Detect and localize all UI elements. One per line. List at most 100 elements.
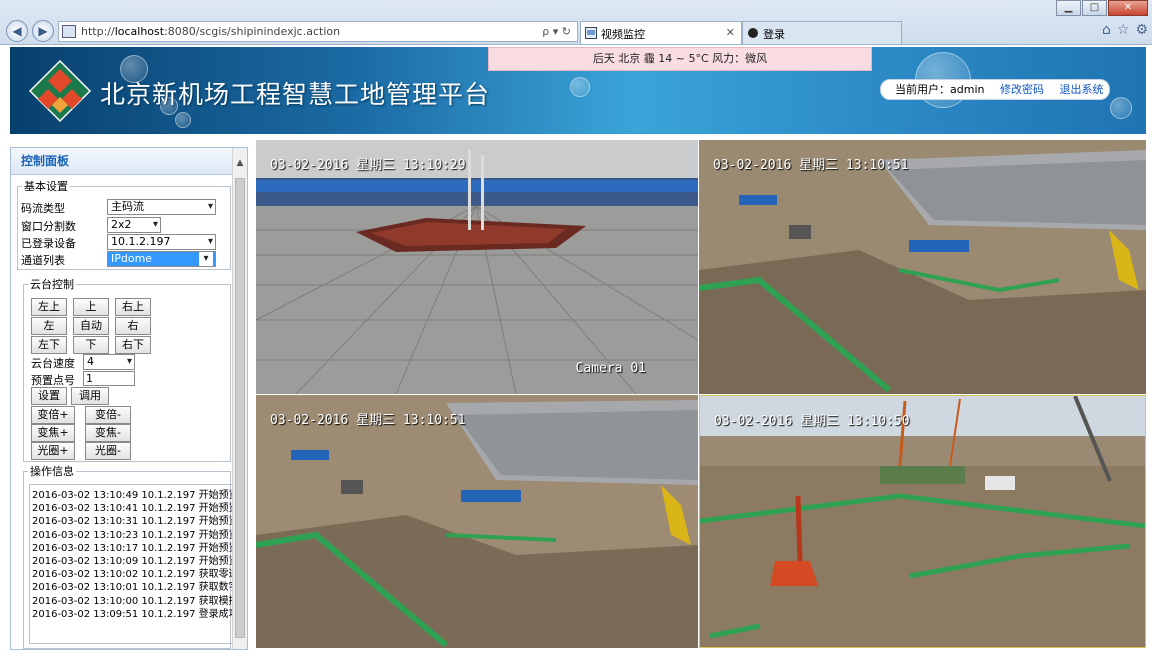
channel-list-label: 通道列表 <box>21 254 65 267</box>
operation-log-textarea[interactable]: 2016-03-02 13:10:49 10.1.2.197 开始预览成 201… <box>29 484 234 644</box>
chevron-down-icon: ▾ <box>126 356 132 367</box>
camera-label: Camera 01 <box>575 361 646 376</box>
current-user-label: 当前用户：admin <box>895 83 985 96</box>
preset-number-input[interactable]: 1 <box>83 371 135 386</box>
video-timestamp: 03-02-2016 星期三 13:10:29 <box>270 158 466 173</box>
ptz-legend: 云台控制 <box>30 278 74 291</box>
browser-chrome: ▁ □ ✕ ◀ ▶ http://localhost:8080/scgis/sh… <box>0 0 1152 45</box>
focus-in-button[interactable]: 变焦+ <box>31 424 75 442</box>
site-banner: 北京新机场工程智慧工地管理平台 后天 北京 霾 14 ~ 5°C 风力：微风 当… <box>10 47 1146 134</box>
ptz-down-left-button[interactable]: 左下 <box>31 336 67 354</box>
maximize-button[interactable]: □ <box>1082 0 1107 16</box>
site-overview-feed <box>700 396 1145 647</box>
change-password-link[interactable]: 修改密码 <box>1000 83 1044 96</box>
stream-type-select[interactable]: 主码流 ▾ <box>107 199 216 215</box>
control-panel: 控制面板 基本设置 码流类型 主码流 ▾ 窗口分割数 2x2 ▾ 已登录设备 10.… <box>10 147 248 650</box>
log-line: 2016-03-02 13:09:51 10.1.2.197 登录成功！ <box>32 608 234 620</box>
preset-number-label: 预置点号 <box>31 374 75 387</box>
ptz-right-button[interactable]: 右 <box>115 317 151 335</box>
address-bar[interactable]: http://localhost:8080/scgis/shipinindexj… <box>58 21 578 42</box>
focus-out-button[interactable]: 变焦- <box>85 424 131 442</box>
ptz-auto-button[interactable]: 自动 <box>73 317 109 335</box>
chevron-down-icon: ▾ <box>152 219 158 230</box>
log-line: 2016-03-02 13:10:31 10.1.2.197 开始预览成 <box>32 516 234 528</box>
log-line: 2016-03-02 13:10:49 10.1.2.197 开始预览成 <box>32 490 234 501</box>
tab-video-monitor[interactable]: 视频监控 ✕ <box>580 21 742 44</box>
channel-list-select[interactable]: IPdome ▾ <box>107 251 216 267</box>
iris-open-button[interactable]: 光圈+ <box>31 442 75 460</box>
platform-logo-icon <box>28 59 92 123</box>
logged-device-label: 已登录设备 <box>21 237 76 250</box>
browser-toolbar-icons: ⌂ ☆ ⚙ <box>1102 22 1148 38</box>
ptz-down-button[interactable]: 下 <box>73 336 109 354</box>
back-arrow-icon[interactable]: ◀ <box>6 20 28 42</box>
log-line: 2016-03-02 13:10:00 10.1.2.197 获取模拟通 <box>32 595 234 607</box>
chevron-down-icon: ▾ <box>199 252 213 266</box>
tab-close-icon[interactable]: ✕ <box>726 26 735 39</box>
chevron-down-icon: ▾ <box>207 201 213 212</box>
window-split-label: 窗口分割数 <box>21 220 76 233</box>
panel-title: 控制面板 <box>11 148 247 175</box>
decorative-bubble <box>1110 97 1132 119</box>
ptz-up-right-button[interactable]: 右上 <box>115 298 151 316</box>
scrollbar-thumb[interactable] <box>235 178 245 638</box>
logged-device-select[interactable]: 10.1.2.197 ▾ <box>107 234 216 250</box>
forward-arrow-icon[interactable]: ▶ <box>32 20 54 42</box>
search-refresh-icon[interactable]: ρ ▾ ↻ <box>542 25 571 38</box>
scroll-up-icon[interactable]: ▲ <box>233 158 247 174</box>
log-line: 2016-03-02 13:10:09 10.1.2.197 开始预览成 <box>32 556 234 568</box>
log-line: 2016-03-02 13:10:23 10.1.2.197 开始预览成 <box>32 529 234 541</box>
home-icon[interactable]: ⌂ <box>1102 22 1111 38</box>
favorites-star-icon[interactable]: ☆ <box>1117 22 1130 38</box>
decorative-bubble <box>570 77 590 97</box>
tab-label: 视频监控 <box>601 28 645 41</box>
window-controls: ▁ □ ✕ <box>1056 0 1148 16</box>
tab-login[interactable]: 登录 <box>742 21 902 44</box>
preset-set-button[interactable]: 设置 <box>31 387 67 405</box>
ptz-speed-select[interactable]: 4 ▾ <box>83 354 135 370</box>
address-url[interactable]: http://localhost:8080/scgis/shipinindexj… <box>81 25 340 38</box>
ptz-left-button[interactable]: 左 <box>31 317 67 335</box>
video-window-3[interactable]: 03-02-2016 星期三 13:10:51 <box>256 395 698 648</box>
log-line: 2016-03-02 13:10:17 10.1.2.197 开始预览成 <box>32 542 234 554</box>
construction-site-feed <box>256 395 698 648</box>
ptz-up-left-button[interactable]: 左上 <box>31 298 67 316</box>
tab-label: 登录 <box>763 28 785 41</box>
circle-page-icon <box>748 28 758 38</box>
stream-type-label: 码流类型 <box>21 202 65 215</box>
minimize-button[interactable]: ▁ <box>1056 0 1081 16</box>
logout-link[interactable]: 退出系统 <box>1059 83 1103 96</box>
ptz-speed-label: 云台速度 <box>31 357 75 370</box>
video-window-4[interactable]: 03-02-2016 星期三 13:10:50 <box>699 395 1146 648</box>
operation-log-legend: 操作信息 <box>30 465 74 478</box>
basic-settings-legend: 基本设置 <box>24 180 68 193</box>
zoom-in-button[interactable]: 变倍+ <box>31 406 75 424</box>
decorative-bubble <box>175 112 191 128</box>
video-timestamp: 03-02-2016 星期三 13:10:50 <box>714 414 910 429</box>
weather-bar: 后天 北京 霾 14 ~ 5°C 风力：微风 <box>488 47 872 71</box>
video-window-1[interactable]: 03-02-2016 星期三 13:10:29 Camera 01 <box>256 140 698 394</box>
panel-scrollbar[interactable]: ▲ <box>232 148 247 649</box>
window-titlebar: ▁ □ ✕ <box>0 0 1152 16</box>
video-timestamp: 03-02-2016 星期三 13:10:51 <box>713 158 909 173</box>
construction-pit-feed <box>699 140 1146 394</box>
window-split-select[interactable]: 2x2 ▾ <box>107 217 161 233</box>
page-favicon-icon <box>62 25 76 38</box>
preset-call-button[interactable]: 调用 <box>71 387 109 405</box>
iris-close-button[interactable]: 光圈- <box>85 442 131 460</box>
ptz-up-button[interactable]: 上 <box>73 298 109 316</box>
video-timestamp: 03-02-2016 星期三 13:10:51 <box>270 413 466 428</box>
user-bar: 当前用户：admin 修改密码 退出系统 <box>880 79 1110 100</box>
zoom-out-button[interactable]: 变倍- <box>85 406 131 424</box>
chevron-down-icon: ▾ <box>207 236 213 247</box>
log-line: 2016-03-02 13:10:01 10.1.2.197 获取数字通 <box>32 582 234 594</box>
log-line: 2016-03-02 13:10:41 10.1.2.197 开始预览成 <box>32 503 234 515</box>
video-window-2[interactable]: 03-02-2016 星期三 13:10:51 <box>699 140 1146 394</box>
ptz-down-right-button[interactable]: 右下 <box>115 336 151 354</box>
settings-gear-icon[interactable]: ⚙ <box>1135 22 1148 38</box>
plaza-camera-feed <box>256 140 698 394</box>
log-line: 2016-03-02 13:10:02 10.1.2.197 获取零通道 <box>32 569 234 581</box>
close-window-button[interactable]: ✕ <box>1108 0 1148 16</box>
page-icon <box>585 27 597 39</box>
site-title: 北京新机场工程智慧工地管理平台 <box>100 80 491 109</box>
